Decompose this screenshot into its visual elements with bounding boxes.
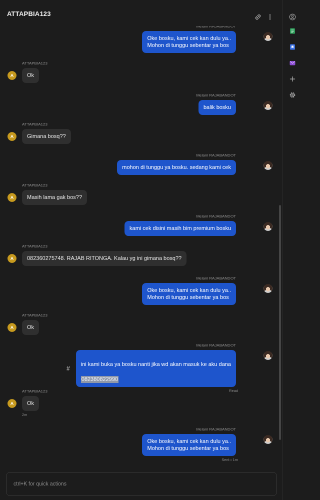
blue-document-icon[interactable] [289,44,296,51]
more-vertical-icon[interactable] [267,14,274,21]
message-bubble[interactable]: Oke bosku, kami cek kan dulu ya.. Mohon … [142,31,236,53]
message-bubble[interactable]: 082360275748. RAJAB RITONGA. Kalau yg in… [22,251,187,266]
message-incoming: ATTAPBIA123 Gimana bosq?? [22,122,71,144]
message-line: # ini kami buka ya bosku nanti jika wd a… [67,350,236,387]
chat-header: ATTAPBIA123 [0,0,282,26]
message-bubble[interactable]: Oke bosku, kami cek kan dulu ya.. Mohon … [142,283,236,305]
sender-name: ATTAPBIA123 [22,313,48,318]
composer [6,472,277,496]
message-outgoing: Melani RAJABANDOT # ini kami buka ya bos… [67,343,238,394]
message-input[interactable] [6,472,277,496]
purple-mail-icon[interactable] [289,60,296,67]
message-bubble[interactable]: Ok [22,396,40,411]
message-text: ini kami buka ya bosku nanti jika wd aka… [80,361,231,368]
message-bubble[interactable]: Oke bosku, kami cek kan dulu ya.. Mohon … [142,434,236,456]
agent-avatar [263,32,273,41]
chat-title: ATTAPBIA123 [7,10,51,18]
link-icon[interactable] [255,14,262,21]
sender-name: ATTAPBIA123 [22,244,48,249]
message-outgoing: Melani RAJABANDOT kami cek disini masih … [124,214,236,236]
message-bubble[interactable]: balik bosku [198,100,236,115]
agent-avatar [263,284,273,293]
message-incoming: ATTAPBIA123 Ok [22,61,47,83]
message-outgoing: Melani RAJABANDOT Oke bosku, kami cek ka… [142,24,236,53]
sender-name: Melani RAJABANDOT [196,343,236,348]
contact-avatar: A [7,399,17,408]
scrollbar-thumb[interactable] [279,205,281,440]
contact-avatar: A [7,193,17,202]
agent-avatar [263,222,273,231]
message-outgoing: Melani RAJABANDOT Oke bosku, kami cek ka… [142,427,238,463]
sender-name: Melani RAJABANDOT [196,93,236,98]
sent-status: Sent • 1m [221,457,238,463]
sender-name: Melani RAJABANDOT [196,153,236,158]
plus-icon[interactable] [289,76,296,83]
agent-avatar [263,101,273,110]
contact-avatar: A [7,132,17,141]
read-status: Read [229,388,238,394]
message-bubble[interactable]: Masih lama gak bos?? [22,190,88,205]
message-bubble[interactable]: kami cek disini masih bim premium bosku [124,221,236,236]
message-outgoing: Melani RAJABANDOT mohon di tunggu ya bos… [117,153,236,175]
settings-gear-icon[interactable] [289,92,296,99]
sender-name: Melani RAJABANDOT [196,276,236,281]
message-bubble[interactable]: Ok [22,320,40,335]
message-list[interactable]: Melani RAJABANDOT Oke bosku, kami cek ka… [0,0,282,468]
message-incoming: ATTAPBIA123 Ok 2m [22,389,47,418]
message-incoming: ATTAPBIA123 Masih lama gak bos?? [22,183,88,205]
sender-name: Melani RAJABANDOT [196,427,236,432]
message-bubble[interactable]: mohon di tunggu ya bosku. sedang kami ce… [117,160,236,175]
sender-name: ATTAPBIA123 [22,61,48,66]
agent-avatar [263,161,273,170]
contact-avatar: A [7,254,17,263]
message-bubble[interactable]: ini kami buka ya bosku nanti jika wd aka… [75,350,236,387]
sender-name: ATTAPBIA123 [22,183,48,188]
sender-name: ATTAPBIA123 [22,389,48,394]
sender-name: Melani RAJABANDOT [196,214,236,219]
right-sidebar [282,0,302,500]
message-time: 2m [22,412,28,418]
agent-avatar [263,351,273,360]
message-incoming: ATTAPBIA123 Ok [22,313,47,335]
message-bubble[interactable]: Ok [22,68,40,83]
message-bubble[interactable]: Gimana bosq?? [22,129,71,144]
selected-text[interactable]: 082380822990 [80,376,119,383]
user-circle-icon[interactable] [289,13,296,21]
message-outgoing: Melani RAJABANDOT balik bosku [196,93,236,115]
chat-app: Melani RAJABANDOT Oke bosku, kami cek ka… [0,0,302,500]
message-incoming: ATTAPBIA123 082360275748. RAJAB RITONGA.… [22,244,187,266]
green-app-icon[interactable] [289,28,296,35]
contact-avatar: A [7,323,17,332]
message-outgoing: Melani RAJABANDOT Oke bosku, kami cek ka… [142,276,236,305]
sender-name: ATTAPBIA123 [22,122,48,127]
agent-avatar [263,435,273,444]
contact-avatar: A [7,71,17,80]
hash-marker[interactable]: # [67,365,70,372]
